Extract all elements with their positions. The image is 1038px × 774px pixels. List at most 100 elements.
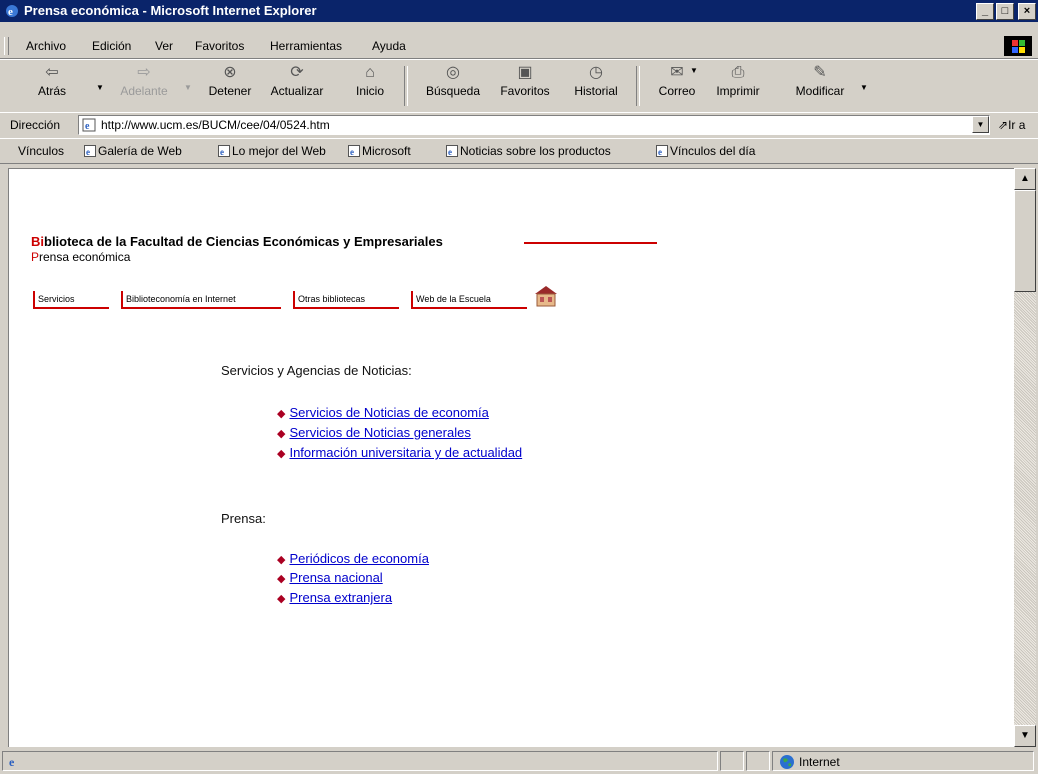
page-subtitle: Prensa económica	[31, 250, 130, 264]
forward-button[interactable]: ⇨ Adelante	[112, 64, 176, 108]
section-title-prensa: Prensa:	[221, 511, 266, 526]
favorites-button[interactable]: ▣ Favoritos	[490, 64, 560, 108]
heading-text: blioteca de la Facultad de Ciencias Econ…	[44, 234, 443, 249]
news-link-generales[interactable]: ◆ Servicios de Noticias generales	[277, 425, 471, 440]
press-link-extranjera[interactable]: ◆ Prensa extranjera	[277, 590, 392, 605]
close-button[interactable]: ×	[1018, 3, 1036, 20]
link-text[interactable]: Periódicos de economía	[289, 551, 428, 566]
link-text[interactable]: Prensa extranjera	[289, 590, 392, 605]
internet-explorer-icon: e	[6, 5, 18, 18]
search-label: Búsqueda	[425, 84, 481, 98]
svg-text:e: e	[448, 147, 452, 157]
favorites-icon: ▣	[517, 64, 533, 81]
school-home-icon[interactable]	[533, 284, 559, 308]
nav-otras-bibliotecas[interactable]: Otras bibliotecas	[293, 291, 399, 309]
link-label: Galería de Web	[98, 144, 182, 158]
svg-text:e: e	[658, 147, 662, 157]
link-label: Noticias sobre los productos	[460, 144, 611, 158]
press-link-periodicos[interactable]: ◆ Periódicos de economía	[277, 551, 429, 566]
search-button[interactable]: ◎ Búsqueda	[418, 64, 488, 108]
status-message-panel: e	[2, 751, 718, 771]
forward-dropdown-arrow[interactable]: ▼	[184, 83, 192, 92]
home-button[interactable]: ⌂ Inicio	[348, 64, 392, 108]
scroll-thumb[interactable]	[1014, 190, 1036, 292]
back-arrow-icon: ⇦	[45, 64, 59, 81]
link-text[interactable]: Información universitaria y de actualida…	[289, 445, 522, 460]
address-input[interactable]: e http://www.ucm.es/BUCM/cee/04/0524.htm	[78, 115, 990, 135]
status-panel	[746, 751, 770, 771]
back-button[interactable]: ⇦ Atrás	[32, 64, 72, 108]
back-dropdown-arrow[interactable]: ▼	[96, 83, 104, 92]
address-url: http://www.ucm.es/BUCM/cee/04/0524.htm	[101, 118, 330, 132]
address-bar: Dirección e http://www.ucm.es/BUCM/cee/0…	[0, 112, 1038, 139]
stop-button[interactable]: ⊗ Detener	[200, 64, 260, 108]
address-label: Dirección	[10, 118, 61, 132]
menu-favoritos[interactable]: Favoritos	[195, 39, 244, 53]
refresh-icon: ⟳	[290, 64, 304, 81]
links-label: Vínculos	[18, 144, 65, 158]
menu-bar: Archivo Edición Ver Favoritos Herramient…	[0, 34, 1038, 59]
edit-label: Modificar	[795, 84, 845, 98]
news-link-universitaria[interactable]: ◆ Información universitaria y de actualid…	[277, 445, 522, 460]
link-noticias-productos[interactable]: e Noticias sobre los productos	[446, 144, 611, 158]
svg-text:e: e	[9, 755, 15, 768]
go-button[interactable]: ⇗Ir a	[998, 118, 1025, 132]
link-label: Lo mejor del Web	[232, 144, 326, 158]
link-label: Vínculos del día	[670, 144, 756, 158]
toolbar-separator	[636, 66, 640, 106]
subtitle-initial: P	[31, 250, 40, 264]
vertical-scrollbar[interactable]: ▲ ▼	[1014, 168, 1036, 747]
page-icon: e	[82, 118, 96, 132]
menu-edicion[interactable]: Edición	[92, 39, 131, 53]
nav-web-escuela[interactable]: Web de la Escuela	[411, 291, 527, 309]
link-label: Microsoft	[362, 144, 411, 158]
press-link-nacional[interactable]: ◆ Prensa nacional	[277, 570, 383, 585]
diamond-bullet-icon: ◆	[277, 408, 286, 420]
section-title-news: Servicios y Agencias de Noticias:	[221, 363, 412, 378]
address-dropdown-button[interactable]: ▼	[972, 116, 989, 133]
link-text[interactable]: Prensa nacional	[289, 570, 382, 585]
link-microsoft[interactable]: e Microsoft	[348, 144, 411, 158]
menu-ayuda[interactable]: Ayuda	[372, 39, 406, 53]
minimize-button[interactable]: _	[976, 3, 994, 20]
print-icon: ⎙	[731, 64, 745, 81]
stop-icon: ⊗	[223, 64, 237, 81]
svg-text:e: e	[86, 147, 90, 157]
scroll-up-button[interactable]: ▲	[1014, 168, 1036, 190]
back-label: Atrás	[37, 84, 66, 98]
history-label: Historial	[574, 84, 618, 98]
diamond-bullet-icon: ◆	[277, 428, 286, 440]
go-label: Ir a	[1008, 118, 1026, 132]
menu-herramientas[interactable]: Herramientas	[270, 39, 342, 53]
link-lo-mejor-del-web[interactable]: e Lo mejor del Web	[218, 144, 326, 158]
page-icon: e	[656, 145, 668, 157]
home-label: Inicio	[355, 84, 384, 98]
nav-biblioteconomia[interactable]: Biblioteconomía en Internet	[121, 291, 281, 309]
page-icon: e	[218, 145, 230, 157]
nav-servicios[interactable]: Servicios	[33, 291, 109, 309]
mail-dropdown-arrow[interactable]: ▼	[690, 66, 698, 75]
link-text[interactable]: Servicios de Noticias de economía	[289, 405, 488, 420]
history-button[interactable]: ◷ Historial	[566, 64, 626, 108]
link-text[interactable]: Servicios de Noticias generales	[289, 425, 470, 440]
link-vinculos-del-dia[interactable]: e Vínculos del día	[656, 144, 755, 158]
diamond-bullet-icon: ◆	[277, 448, 286, 460]
menu-ver[interactable]: Ver	[155, 39, 173, 53]
go-arrow-icon: ⇗	[998, 118, 1009, 132]
page-icon: e	[446, 145, 458, 157]
globe-icon	[780, 755, 794, 769]
diamond-bullet-icon: ◆	[277, 573, 286, 585]
news-link-economia[interactable]: ◆ Servicios de Noticias de economía	[277, 405, 489, 420]
menu-archivo[interactable]: Archivo	[26, 39, 66, 53]
edit-button[interactable]: ✎ Modificar	[788, 64, 852, 108]
maximize-button[interactable]: □	[996, 3, 1014, 20]
security-zone-label: Internet	[799, 755, 840, 769]
refresh-button[interactable]: ⟳ Actualizar	[262, 64, 332, 108]
forward-arrow-icon: ⇨	[137, 64, 151, 81]
print-button[interactable]: ⎙ Imprimir	[708, 64, 768, 108]
edit-dropdown-arrow[interactable]: ▼	[860, 83, 868, 92]
scroll-down-button[interactable]: ▼	[1014, 725, 1036, 747]
print-label: Imprimir	[716, 84, 760, 98]
forward-label: Adelante	[120, 84, 168, 98]
link-galeria-de-web[interactable]: e Galería de Web	[84, 144, 182, 158]
